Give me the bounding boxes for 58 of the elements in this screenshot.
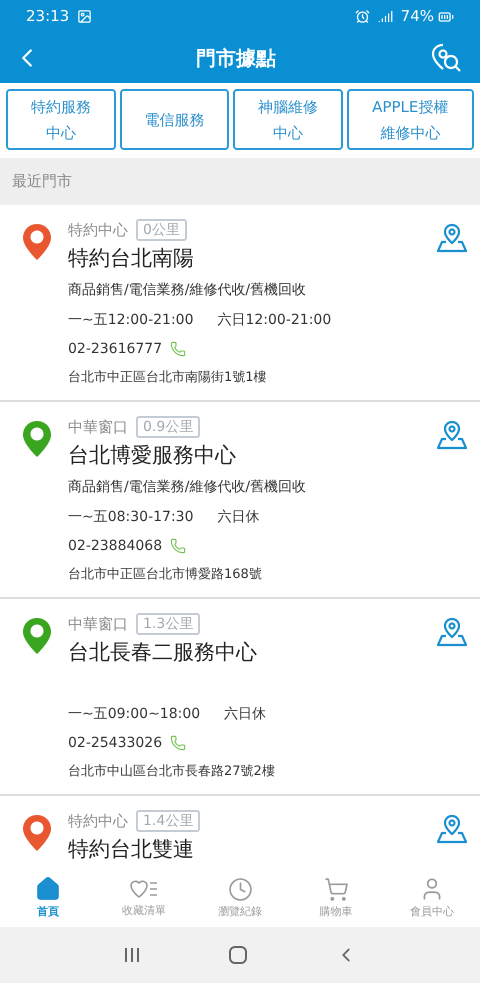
alarm-icon: [354, 9, 370, 24]
category-button[interactable]: 神腦維修 中心: [233, 89, 343, 150]
map-location-icon[interactable]: [436, 221, 468, 253]
store-category: 中華窗口: [68, 614, 128, 635]
store-address: 台北市中正區台北市博愛路168號: [68, 566, 262, 584]
store-services: 商品銷售/電信業務/維修代收/舊機回收: [68, 280, 306, 300]
weekend-hours: 六日休: [224, 704, 266, 724]
map-search-icon[interactable]: [430, 42, 462, 74]
phone-number: 02-23884068: [68, 536, 162, 556]
category-button[interactable]: 特約服務 中心: [6, 89, 116, 150]
cart-icon: [324, 876, 348, 902]
phone-icon[interactable]: [170, 735, 186, 751]
distance-badge: 1.3公里: [136, 613, 200, 635]
nav-tab[interactable]: 會員中心: [384, 876, 480, 921]
category-button[interactable]: 電信服務: [120, 89, 230, 150]
distance-badge: 0公里: [136, 219, 187, 241]
home-icon: [35, 876, 61, 902]
image-icon: [77, 9, 92, 24]
store-category: 特約中心: [68, 220, 128, 241]
store-category: 中華窗口: [68, 416, 128, 438]
page-title: 門市據點: [195, 45, 277, 72]
store-card[interactable]: 特約中心 0公里 特約台北南陽 商品銷售/電信業務/維修代收/舊機回收 一~五12:00-21:00 六日12:00-21:00 02-23616777 台北市中正區台北市南陽街1號1樓: [0, 205, 480, 402]
weekday-hours: 一~五08:30-17:30: [68, 508, 194, 526]
store-services: 商品銷售/電信業務/維修代收/舊機回收: [68, 478, 306, 496]
weekend-hours: 六日休: [217, 508, 260, 526]
phone-icon[interactable]: [170, 538, 186, 554]
recent-apps-icon[interactable]: [123, 946, 142, 964]
weekday-hours: 一~五12:00-21:00: [68, 310, 194, 330]
nav-tab[interactable]: 首頁: [0, 876, 96, 921]
weekend-hours: 六日12:00-21:00: [217, 310, 332, 330]
battery-percent: 74%: [400, 6, 434, 28]
store-name: 特約台北雙連: [68, 836, 195, 863]
store-address: 台北市中山區台北市長春路27號2樓: [68, 763, 275, 782]
store-address: 台北市中正區台北市南陽街1號1樓: [68, 369, 267, 388]
section-title: 最近門市: [12, 171, 72, 192]
weekday-hours: 一~五09:00~18:00: [68, 704, 200, 724]
store-card[interactable]: 中華窗口 0.9公里 台北博愛服務中心 商品銷售/電信業務/維修代收/舊機回收 一~五08:30-17:30 六日休 02-23884068 台北市中正區台北市博愛路168號: [0, 402, 480, 599]
clock-icon: [228, 876, 252, 902]
status-time: 23:13: [26, 6, 70, 28]
signal-icon: [378, 9, 393, 24]
store-name: 台北博愛服務中心: [68, 442, 237, 469]
nav-tab[interactable]: 收藏清單: [96, 877, 192, 920]
nav-tab[interactable]: 瀏覽紀錄: [192, 876, 288, 920]
store-card[interactable]: 中華窗口 1.3公里 台北長春二服務中心 一~五09:00~18:00 六日休 02-25433026 台北市中山區台北市長春路27號2樓: [0, 599, 480, 796]
category-button[interactable]: APPLE授權 維修中心: [346, 89, 474, 150]
distance-badge: 0.9公里: [136, 416, 200, 438]
home-nav-icon[interactable]: [228, 945, 248, 965]
map-location-icon[interactable]: [436, 418, 468, 450]
distance-badge: 1.4公里: [136, 810, 200, 832]
map-location-icon[interactable]: [436, 615, 468, 647]
nav-tab[interactable]: 購物車: [288, 876, 384, 920]
phone-number: 02-23616777: [68, 340, 162, 358]
phone-icon[interactable]: [170, 341, 186, 357]
store-category: 特約中心: [68, 810, 128, 832]
store-name: 特約台北南陽: [68, 245, 195, 272]
store-name: 台北長春二服務中心: [68, 639, 258, 666]
map-location-icon[interactable]: [436, 812, 468, 844]
phone-number: 02-25433026: [68, 734, 162, 752]
